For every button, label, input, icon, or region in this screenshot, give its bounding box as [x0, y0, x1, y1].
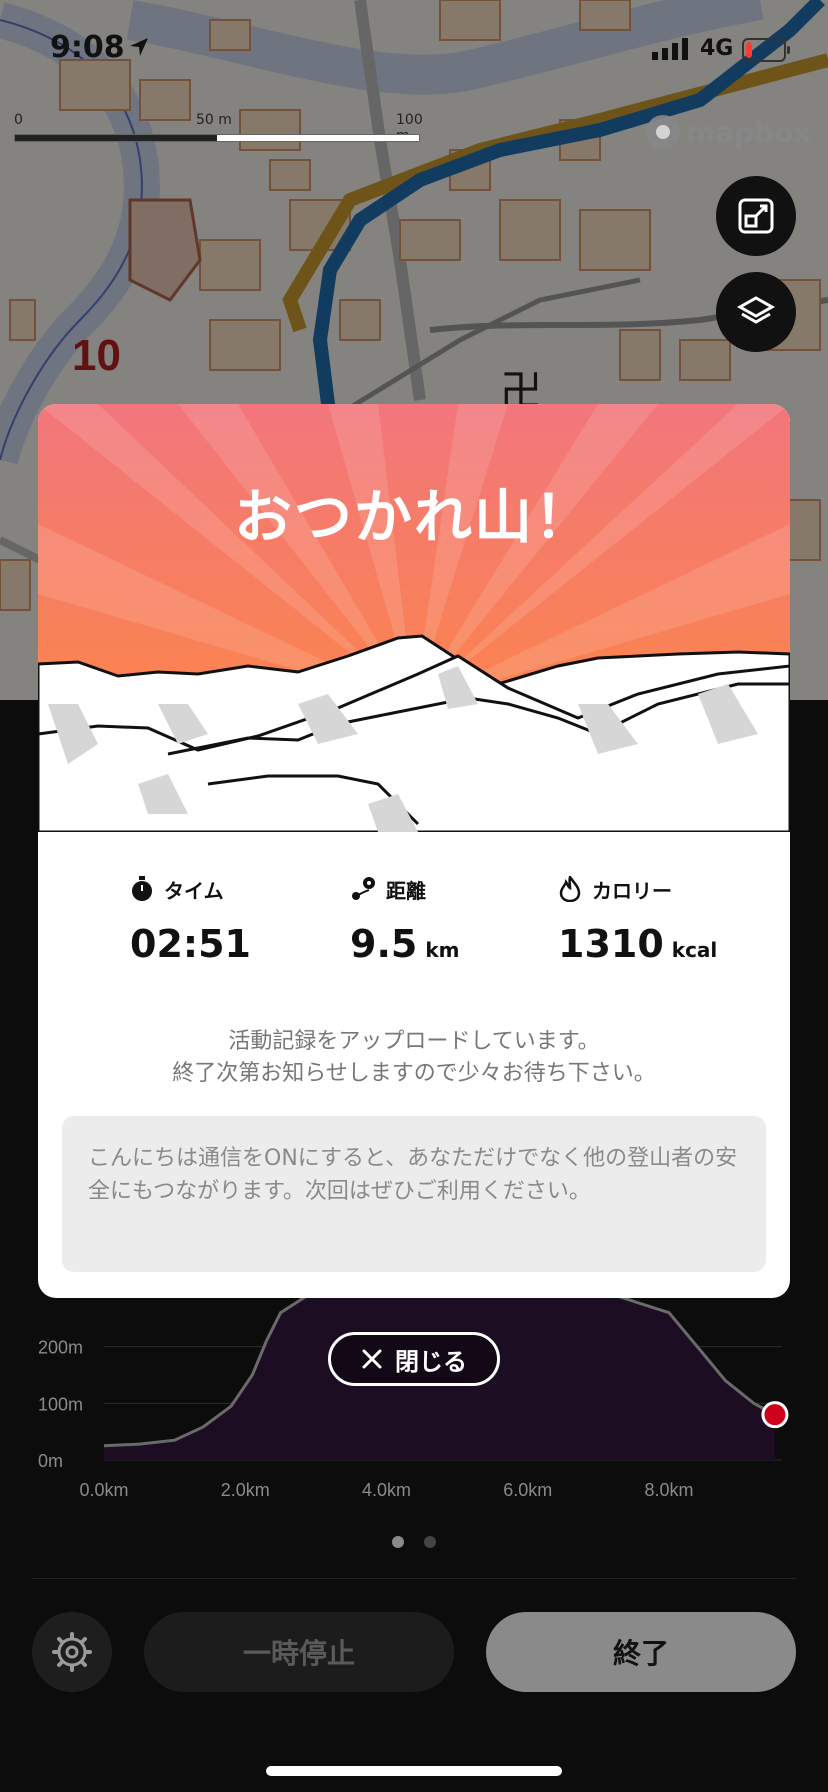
- y-tick-label: 200m: [38, 1338, 83, 1358]
- pause-button[interactable]: 一時停止: [144, 1612, 454, 1692]
- page-dot[interactable]: [424, 1536, 436, 1548]
- stat-label: 距離: [386, 878, 426, 903]
- settings-button[interactable]: [32, 1612, 112, 1692]
- info-text: こんにちは通信をONにすると、あなただけでなく他の登山者の安全にもつながります。…: [88, 1146, 738, 1204]
- stat-value: 02:51: [130, 922, 251, 966]
- stat-label: タイム: [164, 878, 224, 903]
- dialog-title: おつかれ山！: [233, 483, 594, 551]
- location-arrow-icon: [130, 38, 148, 56]
- mapbox-logo: mapbox: [646, 112, 811, 152]
- stat-value: 9.5: [350, 922, 418, 966]
- activity-stats: タイム 02:51 距離 9.5 km カロリー 1310 kcal: [38, 874, 790, 984]
- route-pin-icon: [352, 877, 375, 900]
- flame-icon: [559, 876, 581, 902]
- scale-label: 50 m: [196, 112, 232, 128]
- stat-calories: カロリー 1310 kcal: [558, 874, 790, 966]
- status-bar: 9:08 4G: [0, 0, 828, 100]
- close-button[interactable]: 閉じる: [328, 1332, 500, 1386]
- stat-label: カロリー: [592, 878, 672, 903]
- close-label: 閉じる: [395, 1347, 467, 1376]
- x-tick-label: 0.0km: [79, 1480, 128, 1500]
- upload-status: 活動記録をアップロードしています。 終了次第お知らせしますので少々お待ち下さい。: [38, 1026, 790, 1090]
- divider: [32, 1578, 796, 1579]
- layers-icon: [736, 296, 776, 324]
- network-type: 4G: [700, 36, 734, 61]
- mountain-illustration: [38, 404, 790, 832]
- end-button[interactable]: 終了: [486, 1612, 796, 1692]
- upload-line: 終了次第お知らせしますので少々お待ち下さい。: [172, 1061, 656, 1086]
- upload-line: 活動記録をアップロードしています。: [228, 1029, 600, 1054]
- completion-dialog: おつかれ山！ タイム 02:51 距離 9.5 km カロリー 1310 kcal …: [38, 404, 790, 1298]
- stat-value: 1310: [558, 922, 664, 966]
- expand-icon: [738, 198, 774, 234]
- info-box: こんにちは通信をONにすると、あなただけでなく他の登山者の安全にもつながります。…: [62, 1116, 766, 1272]
- stat-unit: kcal: [671, 938, 718, 962]
- battery-icon: [742, 38, 790, 62]
- x-tick-label: 6.0km: [503, 1480, 552, 1500]
- gear-icon: [52, 1632, 92, 1672]
- elevation-chart: 0m 100m 200m 0.0km 2.0km 4.0km 6.0km 8.0km: [38, 1290, 789, 1500]
- page-indicator: [0, 1536, 828, 1556]
- stat-time: タイム 02:51: [130, 874, 370, 966]
- status-time: 9:08: [50, 30, 125, 65]
- fit-route-button[interactable]: [716, 176, 796, 256]
- scale-label: 0: [14, 112, 23, 128]
- current-position-marker: [761, 1401, 789, 1429]
- y-tick-label: 100m: [38, 1394, 83, 1414]
- close-icon: [362, 1349, 382, 1369]
- x-tick-label: 2.0km: [221, 1480, 270, 1500]
- stat-distance: 距離 9.5 km: [350, 874, 590, 966]
- page-dot[interactable]: [392, 1536, 404, 1548]
- home-indicator: [266, 1766, 562, 1776]
- stat-unit: km: [425, 938, 460, 962]
- stopwatch-icon: [132, 876, 152, 901]
- map-layers-button[interactable]: [716, 272, 796, 352]
- y-tick-label: 0m: [38, 1451, 63, 1471]
- map-scale-bar: 0 50 m 100 m: [14, 112, 424, 148]
- x-tick-label: 8.0km: [644, 1480, 693, 1500]
- mapbox-wordmark: mapbox: [686, 115, 812, 149]
- x-tick-label: 4.0km: [362, 1480, 411, 1500]
- signal-icon: [652, 38, 688, 60]
